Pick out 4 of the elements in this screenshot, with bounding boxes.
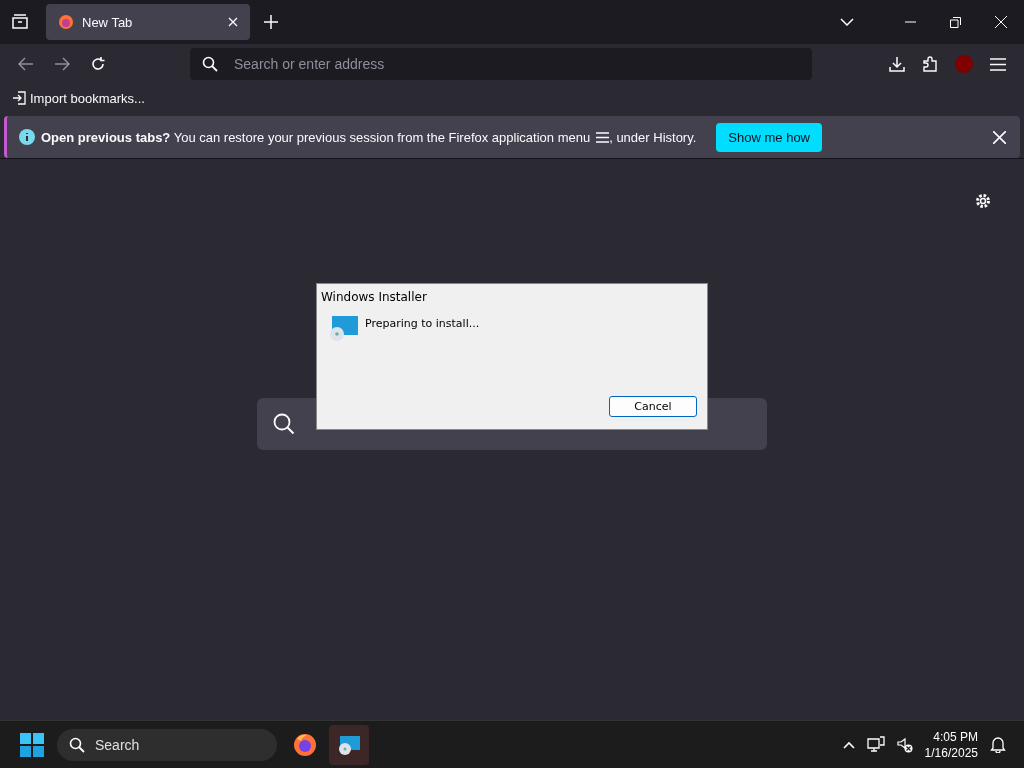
- dialog-title: Windows Installer: [320, 289, 428, 306]
- notification-message: Open previous tabs? You can restore your previous session from the Firefox application menu: [41, 129, 591, 145]
- notification-message: , under History.: [609, 129, 697, 145]
- dialog-message: Preparing to install...: [365, 316, 480, 330]
